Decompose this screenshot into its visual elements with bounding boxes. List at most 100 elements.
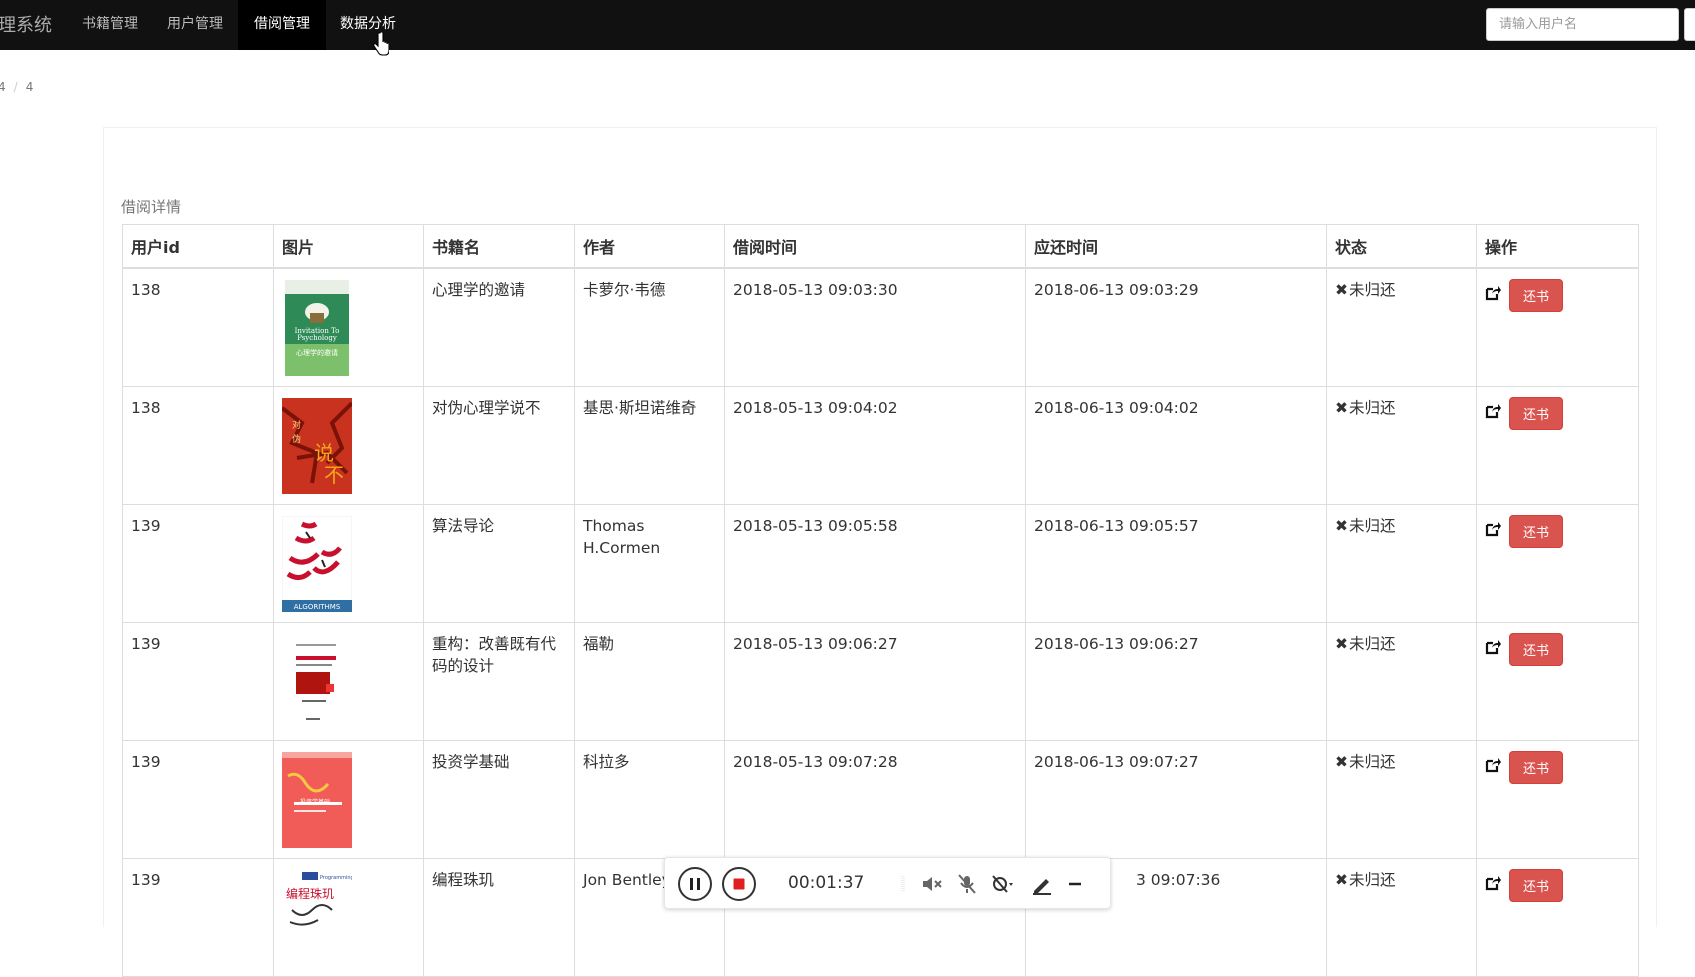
nav-books[interactable]: 书籍管理 — [66, 0, 154, 50]
camera-off-icon[interactable] — [990, 873, 1014, 895]
share-icon[interactable] — [1485, 639, 1501, 655]
cell-cover: ALGORITHMS — [273, 504, 424, 623]
cell-book-name: 心理学的邀请 — [423, 267, 575, 387]
annotate-pen-icon[interactable] — [1030, 873, 1054, 895]
cell-author: 基思·斯坦诺维奇 — [574, 386, 725, 505]
cell-actions: 还书 — [1476, 622, 1639, 741]
psychology-book-cover-icon: Invitation To Psychology 心理学的邀请 — [285, 280, 349, 376]
header-due-time: 应还时间 — [1025, 224, 1327, 269]
table-header-row: 用户id 图片 书籍名 作者 借阅时间 应还时间 状态 操作 — [122, 224, 1639, 269]
svg-text:说: 说 — [314, 441, 334, 465]
return-book-button[interactable]: 还书 — [1509, 397, 1563, 430]
header-borrow-time: 借阅时间 — [724, 224, 1026, 269]
table-row: 138 对 伪 说 不 对伪心理学说不 基思·斯坦诺维奇 2018-05-13 … — [122, 386, 1639, 505]
cell-book-name: 投资学基础 — [423, 740, 575, 859]
recording-timer: 00:01:37 — [788, 873, 865, 893]
header-image: 图片 — [273, 224, 424, 269]
investment-book-cover-icon: 投资学基础 — [282, 752, 352, 848]
cell-status: ✖未归还 — [1326, 267, 1477, 387]
return-book-button[interactable]: 还书 — [1509, 751, 1563, 784]
header-actions: 操作 — [1476, 224, 1639, 269]
cell-book-name: 算法导论 — [423, 504, 575, 623]
status-text: 未归还 — [1349, 281, 1396, 299]
return-book-button[interactable]: 还书 — [1509, 869, 1563, 902]
drag-handle-icon[interactable] — [891, 873, 915, 895]
cell-book-name: 编程珠玑 — [423, 858, 575, 977]
cell-cover — [273, 622, 424, 741]
cell-due-time: 2018-06-13 09:04:02 — [1025, 386, 1327, 505]
cell-author: 卡萝尔·韦德 — [574, 267, 725, 387]
share-icon[interactable] — [1485, 521, 1501, 537]
table-row: 139 投资学基础 投资学基础 科拉多 2018-05-13 09:07:28 … — [122, 740, 1639, 859]
return-book-button[interactable]: 还书 — [1509, 633, 1563, 666]
svg-text:投资学基础: 投资学基础 — [300, 798, 330, 806]
cell-book-name: 重构：改善既有代码的设计 — [423, 622, 575, 741]
stop-button[interactable] — [722, 867, 756, 901]
status-text: 未归还 — [1349, 399, 1396, 417]
cell-cover: Invitation To Psychology 心理学的邀请 — [273, 267, 424, 387]
status-text: 未归还 — [1349, 635, 1396, 653]
share-icon[interactable] — [1485, 757, 1501, 773]
cell-borrow-time: 2018-05-13 09:07:28 — [724, 740, 1026, 859]
share-icon[interactable] — [1485, 285, 1501, 301]
cell-actions: 还书 — [1476, 267, 1639, 387]
nav-analytics[interactable]: 数据分析 — [324, 0, 412, 50]
cell-actions: 还书 — [1476, 504, 1639, 623]
cell-author: Thomas H.Cormen — [574, 504, 725, 623]
cell-cover: 对 伪 说 不 — [273, 386, 424, 505]
panel-title: 借阅详情 — [121, 198, 182, 216]
cell-user-id: 139 — [122, 504, 274, 623]
cell-borrow-time: 2018-05-13 09:04:02 — [724, 386, 1026, 505]
search-button[interactable] — [1684, 8, 1695, 41]
cell-status: ✖未归还 — [1326, 858, 1477, 977]
cell-actions: 还书 — [1476, 740, 1639, 859]
cell-due-time: 2018-06-13 09:07:27 — [1025, 740, 1327, 859]
breadcrumb-current: 4 — [25, 80, 34, 94]
minimize-icon[interactable] — [1063, 873, 1087, 895]
cell-user-id: 138 — [122, 267, 274, 387]
not-returned-icon: ✖ — [1335, 635, 1348, 653]
cell-actions: 还书 — [1476, 386, 1639, 505]
header-book-name: 书籍名 — [423, 224, 575, 269]
speaker-muted-icon[interactable] — [920, 873, 944, 895]
pause-button[interactable] — [678, 867, 712, 901]
cell-due-time: 2018-06-13 09:05:57 — [1025, 504, 1327, 623]
return-book-button[interactable]: 还书 — [1509, 279, 1563, 312]
not-returned-icon: ✖ — [1335, 281, 1348, 299]
cell-due-time: 2018-06-13 09:03:29 — [1025, 267, 1327, 387]
table-row: 139 ALGORITHMS 算法导论 Thomas H.Cormen 2018… — [122, 504, 1639, 623]
return-book-button[interactable]: 还书 — [1509, 515, 1563, 548]
table-row: 138 Invitation To Psychology 心理学的邀请 心理学的… — [122, 267, 1639, 387]
algorithms-book-cover-icon: ALGORITHMS — [282, 516, 352, 612]
share-icon[interactable] — [1485, 875, 1501, 891]
svg-text:不: 不 — [324, 463, 344, 487]
hand-cursor-icon — [373, 32, 389, 56]
nav-users[interactable]: 用户管理 — [151, 0, 239, 50]
pause-icon — [690, 878, 700, 890]
cell-borrow-time: 2018-05-13 09:05:58 — [724, 504, 1026, 623]
svg-text:Programming: Programming — [320, 875, 352, 881]
nav-borrow[interactable]: 借阅管理 — [238, 0, 326, 50]
say-no-book-cover-icon: 对 伪 说 不 — [282, 398, 352, 494]
cell-status: ✖未归还 — [1326, 386, 1477, 505]
microphone-muted-icon[interactable] — [955, 873, 979, 895]
cell-cover: Programming 编程珠玑 — [273, 858, 424, 977]
svg-text:心理学的邀请: 心理学的邀请 — [296, 348, 338, 357]
breadcrumb-item[interactable]: 4 — [0, 80, 6, 94]
cell-status: ✖未归还 — [1326, 622, 1477, 741]
cell-status: ✖未归还 — [1326, 504, 1477, 623]
app-brand[interactable]: 理系统 — [0, 11, 52, 37]
username-search-input[interactable] — [1486, 8, 1679, 41]
svg-text:Psychology: Psychology — [297, 334, 337, 342]
svg-text:对: 对 — [292, 419, 301, 431]
cell-actions: 还书 — [1476, 858, 1639, 977]
share-icon[interactable] — [1485, 403, 1501, 419]
top-navbar: 理系统 书籍管理 用户管理 借阅管理 数据分析 — [0, 0, 1695, 50]
svg-text:编程珠玑: 编程珠玑 — [286, 886, 334, 901]
cell-due-time: 2018-06-13 09:06:27 — [1025, 622, 1327, 741]
cell-author: 福勒 — [574, 622, 725, 741]
status-text: 未归还 — [1349, 753, 1396, 771]
cell-user-id: 138 — [122, 386, 274, 505]
stop-icon — [733, 878, 745, 890]
not-returned-icon: ✖ — [1335, 399, 1348, 417]
